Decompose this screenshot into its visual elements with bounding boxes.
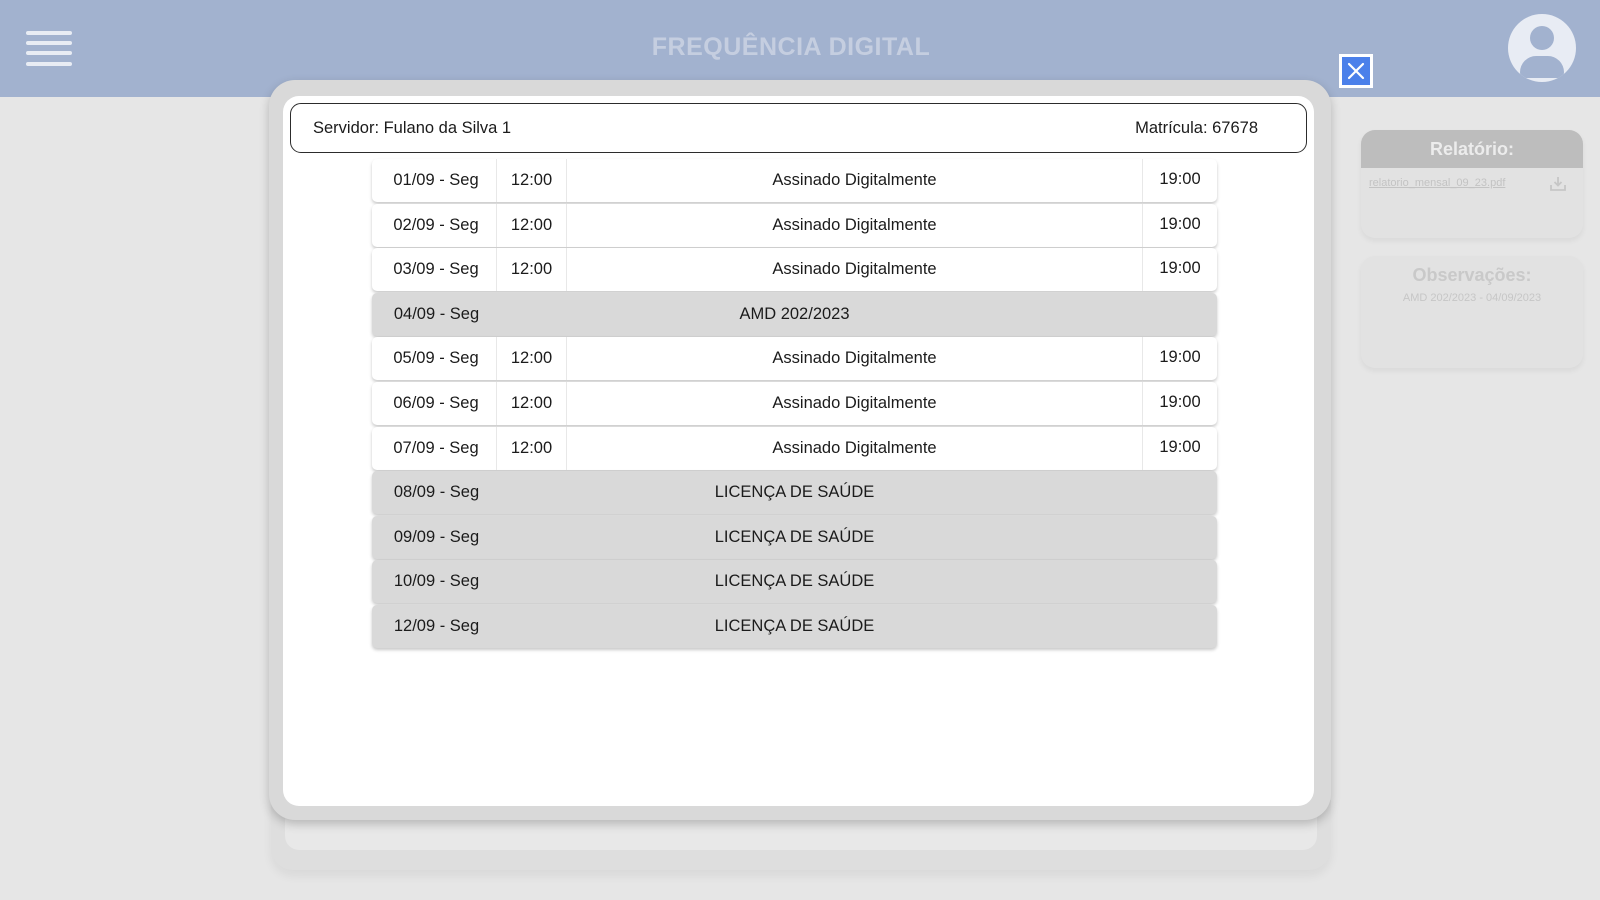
user-avatar-icon[interactable] xyxy=(1508,14,1576,82)
attendance-leave-label: LICENÇA DE SAÚDE xyxy=(714,483,875,502)
timesheet-modal-content: Servidor: Fulano da Silva 1 Matrícula: 6… xyxy=(283,96,1314,806)
observations-card-title: Observações: xyxy=(1412,265,1532,285)
attendance-leave-label: LICENÇA DE SAÚDE xyxy=(714,527,875,546)
report-file-link[interactable]: relatorio_mensal_09_23.pdf xyxy=(1369,177,1505,189)
attendance-time-in: 12:00 xyxy=(497,248,567,292)
attendance-status: Assinado Digitalmente xyxy=(567,426,1143,470)
observations-card: Observações: AMD 202/2023 - 04/09/2023 xyxy=(1361,256,1583,368)
attendance-row[interactable]: 01/09 - Seg 12:00 Assinado Digitalmente 19:… xyxy=(372,159,1217,202)
attendance-status: Assinado Digitalmente xyxy=(567,159,1143,202)
attendance-date: 06/09 - Seg xyxy=(372,381,497,425)
attendance-row[interactable]: 04/09 - Seg AMD 202/2023 xyxy=(372,292,1217,336)
attendance-time-out: 19:00 xyxy=(1159,214,1201,233)
attendance-row[interactable]: 10/09 - Seg LICENÇA DE SAÚDE xyxy=(372,560,1217,604)
attendance-row[interactable]: 03/09 - Seg 12:00 Assinado Digitalmente 19:… xyxy=(372,248,1217,292)
attendance-time-out: 19:00 xyxy=(1159,259,1201,278)
attendance-time-in: 12:00 xyxy=(497,337,567,381)
attendance-row[interactable]: 09/09 - Seg LICENÇA DE SAÚDE xyxy=(372,515,1217,559)
employee-name: Servidor: Fulano da Silva 1 xyxy=(313,119,512,137)
attendance-date: 05/09 - Seg xyxy=(372,337,497,381)
report-card-title: Relatório: xyxy=(1361,130,1583,168)
attendance-row[interactable]: 05/09 - Seg 12:00 Assinado Digitalmente 19:… xyxy=(372,337,1217,381)
attendance-row[interactable]: 08/09 - Seg LICENÇA DE SAÚDE xyxy=(372,471,1217,515)
attendance-status: Assinado Digitalmente xyxy=(567,203,1143,247)
close-modal-button[interactable] xyxy=(1339,54,1373,88)
attendance-time-out: 19:00 xyxy=(1159,392,1201,411)
employee-info-bar: Servidor: Fulano da Silva 1 Matrícula: 6… xyxy=(290,103,1307,153)
download-icon[interactable] xyxy=(1549,176,1567,192)
attendance-date: 01/09 - Seg xyxy=(372,159,497,202)
attendance-row[interactable]: 12/09 - Seg LICENÇA DE SAÚDE xyxy=(372,604,1217,648)
attendance-leave-label: AMD 202/2023 xyxy=(739,304,850,323)
attendance-time-in: 12:00 xyxy=(497,159,567,202)
observations-text: AMD 202/2023 - 04/09/2023 xyxy=(1402,292,1542,304)
attendance-status: Assinado Digitalmente xyxy=(567,337,1143,381)
attendance-time-in: 12:00 xyxy=(497,426,567,470)
report-card: Relatório: relatorio_mensal_09_23.pdf xyxy=(1361,130,1583,238)
attendance-time-in: 12:00 xyxy=(497,381,567,425)
attendance-leave-label: LICENÇA DE SAÚDE xyxy=(714,616,875,635)
attendance-row[interactable]: 06/09 - Seg 12:00 Assinado Digitalmente 19:… xyxy=(372,381,1217,425)
attendance-row[interactable]: 07/09 - Seg 12:00 Assinado Digitalmente 19:… xyxy=(372,426,1217,470)
attendance-status: Assinado Digitalmente xyxy=(567,248,1143,292)
close-icon xyxy=(1342,57,1370,85)
attendance-date: 03/09 - Seg xyxy=(372,248,497,292)
attendance-leave-label: LICENÇA DE SAÚDE xyxy=(714,572,875,591)
attendance-row[interactable]: 02/09 - Seg 12:00 Assinado Digitalmente 19:… xyxy=(372,203,1217,247)
attendance-time-in: 12:00 xyxy=(497,203,567,247)
attendance-status: Assinado Digitalmente xyxy=(567,381,1143,425)
attendance-date: 07/09 - Seg xyxy=(372,426,497,470)
attendance-time-out: 19:00 xyxy=(1159,348,1201,367)
timesheet-modal: Servidor: Fulano da Silva 1 Matrícula: 6… xyxy=(269,80,1331,820)
attendance-date: 02/09 - Seg xyxy=(372,203,497,247)
attendance-list: 01/09 - Seg 12:00 Assinado Digitalmente 19:… xyxy=(372,159,1217,650)
attendance-time-out: 19:00 xyxy=(1159,170,1201,188)
attendance-time-out: 19:00 xyxy=(1159,437,1201,456)
employee-registration: Matrícula: 67678 xyxy=(1135,119,1258,137)
